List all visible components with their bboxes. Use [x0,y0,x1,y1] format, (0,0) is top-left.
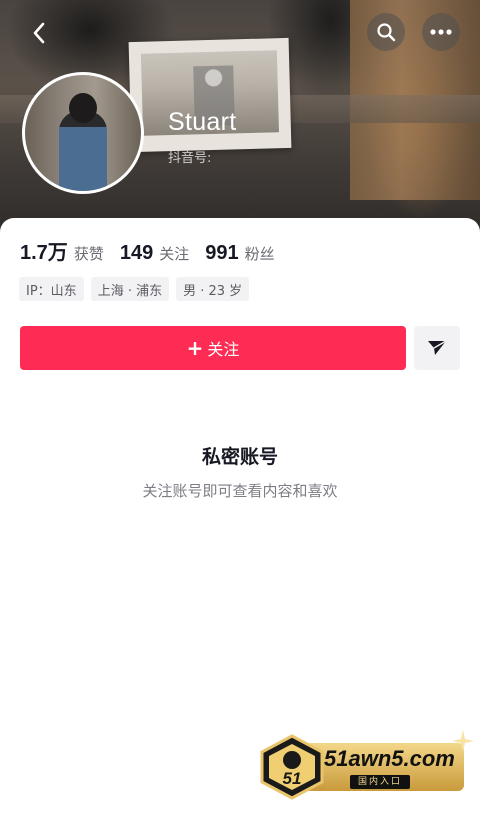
share-button[interactable] [414,326,460,370]
search-button[interactable] [367,13,405,51]
username: Stuart [168,108,237,136]
stat-following-value: 149 [119,242,154,264]
private-account-description: 关注账号即可查看内容和喜欢 [142,482,338,500]
avatar-head [69,93,97,123]
stat-likes[interactable]: 1.7万 获赞 [20,236,104,265]
watermark-badge-text: 51 [283,769,302,788]
tag-location: 上海 · 浦东 [90,277,170,301]
stat-followers-value: 991 [205,242,239,264]
more-button[interactable] [422,13,460,51]
stat-followers-label: 粉丝 [244,245,275,263]
more-icon [430,29,452,35]
search-icon [377,23,396,42]
back-button[interactable] [22,16,56,50]
watermark-sub: 国内入口 [350,775,411,789]
douyin-id-label: 抖音号: [168,151,212,166]
stat-following[interactable]: 149 关注 [120,242,189,265]
share-send-icon [428,340,447,355]
plus-icon: + [186,336,204,360]
tag-ip-location: IP：山东 [19,277,84,301]
avatar[interactable] [22,72,144,194]
profile-sheet [0,218,480,817]
sparkle-icon [452,730,474,752]
tag-gender-age: 男 · 23 岁 [176,277,250,301]
stat-following-label: 关注 [159,245,190,263]
watermark-site: 51awn5.com [324,746,455,771]
stat-followers[interactable]: 991 粉丝 [205,242,274,265]
private-account-title: 私密账号 [201,446,278,468]
watermark-hex-logo-icon: 51 [260,734,324,800]
follow-button[interactable]: + 关注 [20,326,406,370]
watermark-badge: 51awn5.com 国内入口 51 [258,730,474,800]
stat-likes-value: 1.7万 [20,242,68,264]
profile-tags: IP：山东 上海 · 浦东 男 · 23 岁 [19,277,256,301]
avatar-person [59,111,107,191]
stat-likes-label: 获赞 [73,245,104,263]
back-arrow-icon [33,22,45,44]
stats-row: 1.7万 获赞 149 关注 991 粉丝 [20,236,291,265]
follow-button-label: 关注 [207,340,240,359]
